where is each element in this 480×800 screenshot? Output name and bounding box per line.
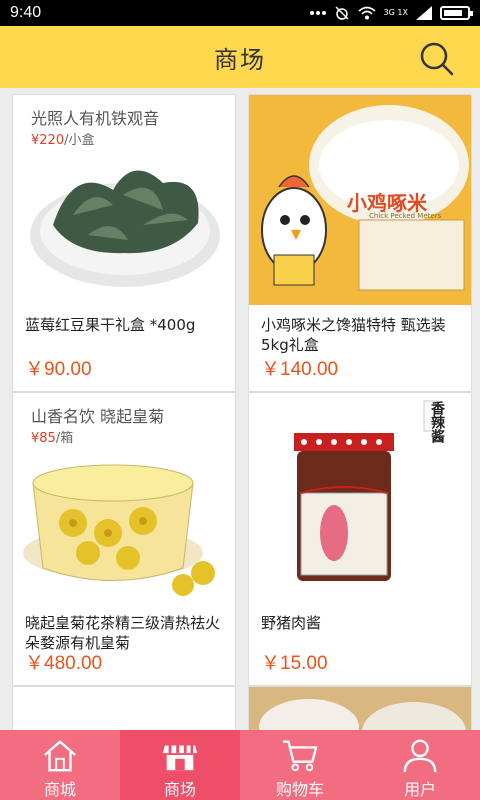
alarm-off-icon xyxy=(335,6,349,20)
product-price: ￥15.00 xyxy=(261,653,328,674)
product-name: 蓝莓红豆果干礼盒 *400g xyxy=(25,316,196,334)
product-image: 山香名饮 晓起皇菊 ¥85/箱 xyxy=(13,393,235,603)
product-name: 野猪肉酱 xyxy=(261,614,322,632)
tab-label: 购物车 xyxy=(275,780,324,799)
status-icons: 3G 1X xyxy=(309,5,473,21)
tab-label: 商城 xyxy=(43,780,76,799)
product-price: ￥480.00 xyxy=(25,653,103,674)
image-caption: 香辣酱 xyxy=(429,401,445,443)
product-image: 小鸡啄米 Chick Pecked Meters xyxy=(249,95,471,305)
tab-user[interactable]: 用户 xyxy=(360,730,480,800)
signal-icon xyxy=(416,6,432,20)
product-price: ￥90.00 xyxy=(25,359,92,380)
tab-label: 商场 xyxy=(163,780,196,799)
product-card[interactable] xyxy=(12,686,236,730)
network-label: 3G 1X xyxy=(383,8,408,17)
product-card[interactable]: 光照人有机铁观音 ¥220/小盒 蓝莓红豆果干礼盒 *400g ￥90.00 xyxy=(12,94,236,392)
page-title: 商场 xyxy=(214,45,266,74)
bottom-tab-bar: 商城 商场 购物车 用户 xyxy=(0,730,480,800)
product-grid: 光照人有机铁观音 ¥220/小盒 蓝莓红豆果干礼盒 *400g ￥90.00 小… xyxy=(0,88,480,730)
image-price: ¥85/箱 xyxy=(31,427,73,446)
image-subcaption: Chick Pecked Meters xyxy=(369,212,442,220)
wifi-icon xyxy=(358,6,376,20)
product-image xyxy=(249,687,471,730)
status-time: 9:40 xyxy=(10,4,42,21)
cart-icon xyxy=(282,740,318,772)
product-card[interactable] xyxy=(248,686,472,730)
tab-cart[interactable]: 购物车 xyxy=(240,730,360,800)
tab-label: 用户 xyxy=(403,780,436,799)
product-card[interactable]: 香辣酱 野猪肉酱 ￥15.00 xyxy=(248,392,472,686)
product-name: 小鸡啄米之馋猫特特 甄选装5kg礼盒 xyxy=(261,316,446,354)
product-card[interactable]: 山香名饮 晓起皇菊 ¥85/箱 晓起皇菊花茶精三级清热祛火朵婺源有机皇菊 ￥48… xyxy=(12,392,236,686)
image-price-unit: /小盒 xyxy=(64,133,95,148)
tab-store[interactable]: 商场 xyxy=(120,730,240,800)
image-price-value: ¥85 xyxy=(31,431,56,446)
product-image: 光照人有机铁观音 ¥220/小盒 xyxy=(13,95,235,305)
battery-icon xyxy=(440,6,473,20)
image-caption: 光照人有机铁观音 xyxy=(31,109,160,128)
image-price-unit: /箱 xyxy=(55,431,74,446)
product-card[interactable]: 小鸡啄米 Chick Pecked Meters 小鸡啄米之馋猫特特 甄选装5k… xyxy=(248,94,472,392)
tab-mall[interactable]: 商城 xyxy=(0,730,120,800)
product-image: 香辣酱 xyxy=(249,393,471,603)
store-icon xyxy=(162,745,198,771)
image-price: ¥220/小盒 xyxy=(31,129,94,148)
image-price-value: ¥220 xyxy=(31,133,65,148)
user-icon xyxy=(403,739,437,773)
product-price: ￥140.00 xyxy=(261,359,339,380)
search-icon[interactable] xyxy=(416,38,456,78)
header-bar: 商场 xyxy=(0,26,480,88)
home-icon xyxy=(44,740,76,772)
image-caption: 山香名饮 晓起皇菊 xyxy=(31,407,165,426)
status-bar: 9:40 3G 1X xyxy=(0,0,480,26)
product-name: 晓起皇菊花茶精三级清热祛火朵婺源有机皇菊 xyxy=(25,614,221,652)
more-dots-icon xyxy=(309,11,326,15)
